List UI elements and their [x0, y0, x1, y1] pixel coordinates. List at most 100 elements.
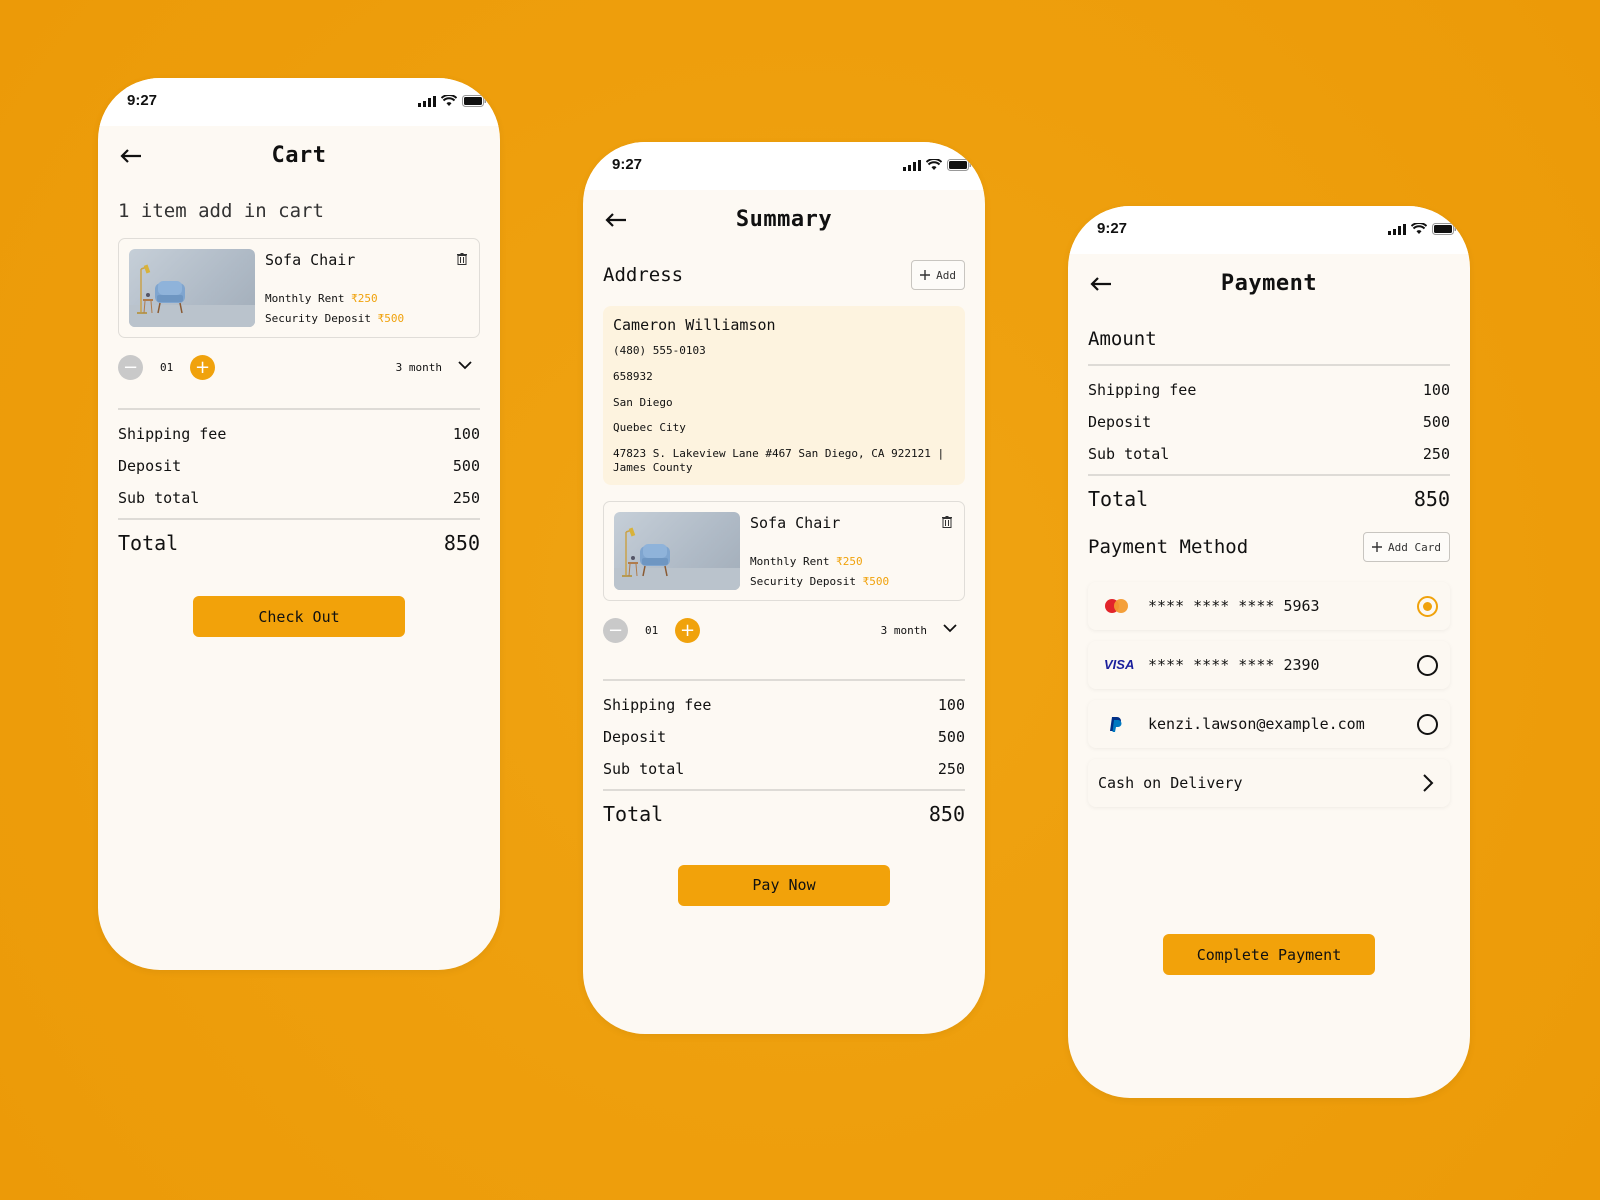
cart-count-text: 1 item add in cart [118, 200, 324, 222]
monthly-rent-label: Monthly Rent [265, 292, 345, 305]
chair-illustration [614, 527, 740, 590]
address-phone: (480) 555-0103 [613, 344, 706, 357]
total-value: 850 [443, 531, 480, 555]
status-bar: 9:27 [583, 142, 985, 190]
price-breakdown: Shipping fee 100 Deposit 500 Sub total 250 [1088, 366, 1450, 474]
price-row: Deposit 500 [603, 721, 965, 753]
total-label: Total [603, 801, 664, 826]
complete-payment-button[interactable]: Complete Payment [1163, 934, 1375, 975]
status-time: 9:27 [612, 156, 643, 173]
increment-button[interactable]: + [675, 617, 700, 643]
pay-now-button[interactable]: Pay Now [678, 864, 890, 906]
status-bar: 9:27 [98, 78, 500, 126]
checkout-button[interactable]: Check Out [193, 596, 405, 637]
battery-icon [1432, 223, 1456, 235]
increment-button[interactable]: + [190, 355, 215, 380]
status-icons [1388, 223, 1456, 235]
page-title: Summary [735, 207, 833, 232]
chevron-down-icon[interactable] [458, 360, 472, 370]
row-value: 100 [452, 425, 480, 443]
address-card[interactable]: Cameron Williamson (480) 555-0103 658932… [603, 306, 965, 485]
signal-icon [1388, 223, 1406, 235]
monthly-rent: Monthly Rent ₹250 [265, 292, 378, 305]
monthly-rent-value: ₹250 [351, 292, 378, 305]
decrement-button[interactable]: − [603, 617, 628, 643]
row-value: 100 [937, 695, 965, 714]
address-street: 47823 S. Lakeview Lane #467 San Diego, C… [613, 447, 945, 474]
trash-icon[interactable] [942, 515, 952, 528]
price-row: Sub total 250 [1088, 438, 1450, 470]
payment-option-mastercard[interactable]: **** **** **** 5963 [1088, 582, 1450, 630]
row-label: Shipping fee [603, 695, 712, 714]
row-value: 250 [452, 489, 480, 507]
total-row: Total 850 [1088, 476, 1450, 522]
security-deposit: Security Deposit ₹500 [265, 312, 404, 325]
cash-on-delivery-option[interactable]: Cash on Delivery [1088, 759, 1450, 807]
address-state: Quebec City [613, 421, 686, 435]
chevron-right-icon [1423, 774, 1434, 792]
wifi-icon [926, 159, 942, 170]
product-image [129, 249, 255, 327]
rental-duration-select[interactable]: 3 month [396, 361, 442, 374]
chevron-down-icon[interactable] [943, 623, 957, 633]
summary-screen: 9:27 Summary Address Add Cameron William… [583, 142, 985, 1034]
security-deposit: Security Deposit ₹500 [750, 575, 889, 588]
product-image [614, 511, 740, 590]
amount-title: Amount [1088, 328, 1157, 350]
address-pin: 658932 [613, 369, 653, 383]
payment-method-header: Payment Method Add Card [1088, 526, 1450, 570]
price-breakdown: Shipping fee 100 Deposit 500 Sub total 250 [118, 410, 480, 518]
product-name: Sofa Chair [265, 251, 356, 269]
total-value: 850 [928, 801, 965, 826]
row-label: Shipping fee [1088, 381, 1197, 399]
price-row: Sub total 250 [118, 482, 480, 514]
radio-unselected[interactable] [1417, 655, 1438, 676]
cart-item-card: Sofa Chair Monthly Rent ₹250 Security De… [118, 238, 480, 338]
price-row: Shipping fee 100 [1088, 374, 1450, 406]
address-title: Address [603, 264, 684, 286]
paypal-icon [1110, 717, 1122, 732]
row-label: Sub total [603, 759, 685, 778]
add-card-button[interactable]: Add Card [1363, 532, 1450, 562]
address-name: Cameron Williamson [613, 316, 776, 334]
add-address-button[interactable]: Add [911, 260, 965, 290]
row-value: 250 [1422, 445, 1450, 463]
row-label: Deposit [118, 457, 182, 475]
decrement-button[interactable]: − [118, 355, 143, 380]
address-city: San Diego [613, 395, 673, 409]
plus-icon [920, 270, 931, 280]
address-header: Address Add [603, 254, 965, 298]
wifi-icon [1411, 223, 1427, 234]
cod-label: Cash on Delivery [1098, 774, 1243, 792]
security-deposit-label: Security Deposit [750, 574, 856, 588]
price-row: Shipping fee 100 [603, 689, 965, 721]
row-value: 250 [937, 759, 965, 778]
trash-icon[interactable] [457, 253, 467, 265]
product-name: Sofa Chair [750, 513, 841, 532]
battery-icon [462, 95, 486, 107]
rental-duration-select[interactable]: 3 month [881, 624, 927, 637]
plus-icon [1372, 542, 1383, 552]
security-deposit-label: Security Deposit [265, 312, 371, 325]
payment-option-paypal[interactable]: kenzi.lawson@example.com [1088, 700, 1450, 748]
row-value: 100 [1422, 381, 1450, 399]
row-label: Sub total [1088, 445, 1170, 463]
total-label: Total [1088, 487, 1149, 511]
row-label: Shipping fee [118, 425, 227, 443]
radio-selected[interactable] [1417, 596, 1438, 617]
security-deposit-value: ₹500 [862, 574, 890, 588]
payment-screen: 9:27 Payment Amount Shipping fee 100 Depo… [1068, 206, 1470, 1098]
security-deposit-value: ₹500 [377, 312, 405, 325]
row-value: 500 [937, 727, 965, 746]
payment-option-visa[interactable]: VISA **** **** **** 2390 [1088, 641, 1450, 689]
price-breakdown: Shipping fee 100 Deposit 500 Sub total 250 [603, 681, 965, 789]
radio-unselected[interactable] [1417, 714, 1438, 735]
monthly-rent-label: Monthly Rent [750, 554, 830, 568]
quantity-value: 01 [645, 623, 659, 637]
card-number: **** **** **** 5963 [1148, 597, 1320, 615]
price-row: Deposit 500 [1088, 406, 1450, 438]
chair-illustration [129, 264, 255, 327]
visa-icon: VISA [1104, 657, 1135, 672]
row-value: 500 [1422, 413, 1450, 431]
battery-icon [947, 159, 971, 171]
